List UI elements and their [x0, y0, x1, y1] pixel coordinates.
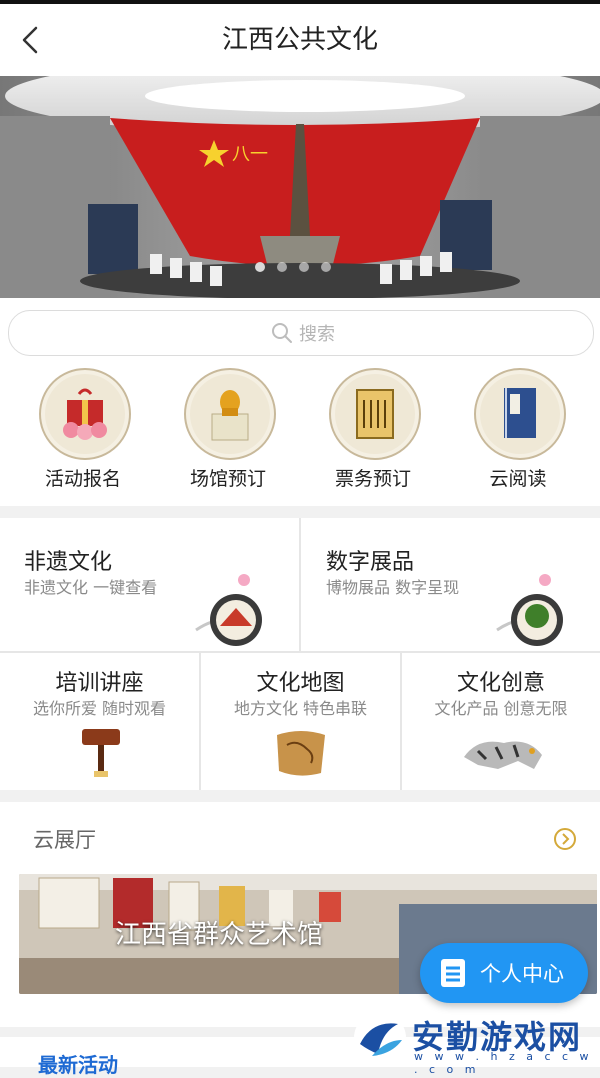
personal-center-button[interactable]: 个人中心 [420, 943, 588, 1003]
nav-bar: 江西公共文化 [0, 4, 600, 76]
ticket-icon [329, 368, 421, 460]
quick-action-activity-signup[interactable]: 活动报名 [28, 368, 138, 498]
feature-title: 培训讲座 [55, 671, 144, 696]
carousel-dot[interactable] [321, 262, 331, 272]
watermark-url: w w w . h z a c c w . c o m [414, 1050, 593, 1076]
quick-action-label: 活动报名 [44, 468, 121, 490]
feature-subtitle: 文化产品 创意无限 [434, 699, 568, 718]
feature-title: 非遗文化 [24, 550, 113, 575]
back-button[interactable] [14, 22, 50, 58]
fan-icon [195, 574, 262, 646]
hall-caption: 江西省群众艺术馆 [114, 920, 323, 950]
quick-action-label: 票务预订 [334, 468, 411, 490]
watermark-logo-icon [354, 1012, 406, 1064]
feature-culture-map[interactable]: 文化地图 地方文化 特色串联 [201, 653, 400, 790]
document-icon [441, 959, 465, 987]
gavel-icon [82, 729, 120, 777]
carousel-dot[interactable] [277, 262, 287, 272]
search-and-shortcuts: 搜索 活动报名 场馆预订 票务预订 云阅读 [0, 298, 600, 506]
hero-banner[interactable]: 八一 [0, 76, 600, 298]
feature-title: 数字展品 [326, 550, 415, 575]
carousel-dot[interactable] [255, 262, 265, 272]
feature-subtitle: 非遗文化 一键查看 [24, 578, 158, 597]
feature-subtitle: 博物展品 数字呈现 [326, 578, 460, 597]
feature-digital-exhibits[interactable]: 数字展品 博物展品 数字呈现 [301, 518, 600, 651]
chevron-left-icon [22, 26, 38, 54]
carousel-dot[interactable] [299, 262, 309, 272]
tiger-icon [464, 741, 542, 769]
svg-text:八一: 八一 [232, 144, 268, 165]
search-icon [272, 323, 292, 343]
feature-cultural-creativity[interactable]: 文化创意 文化产品 创意无限 [402, 653, 600, 790]
quick-action-ticket-booking[interactable]: 票务预订 [318, 368, 428, 498]
quick-action-venue-booking[interactable]: 场馆预订 [173, 368, 283, 498]
search-placeholder: 搜索 [299, 324, 335, 345]
chevron-right-circle-icon [554, 828, 576, 850]
search-input[interactable]: 搜索 [8, 310, 594, 356]
feature-intangible-heritage[interactable]: 非遗文化 非遗文化 一键查看 [0, 518, 299, 651]
feature-subtitle: 选你所爱 随时观看 [32, 699, 167, 718]
quick-action-label: 场馆预订 [189, 468, 266, 490]
bonsai-icon [496, 574, 563, 646]
trophy-box-icon [184, 368, 276, 460]
section-title: 云展厅 [33, 828, 96, 852]
quick-action-label: 云阅读 [489, 468, 547, 490]
section-title: 最新活动 [38, 1053, 118, 1077]
more-button[interactable] [554, 828, 576, 850]
gift-icon [39, 368, 131, 460]
map-icon [277, 731, 325, 776]
book-icon [474, 368, 566, 460]
personal-center-label: 个人中心 [480, 962, 564, 986]
feature-training-lectures[interactable]: 培训讲座 选你所爱 随时观看 [0, 653, 199, 790]
feature-grid: 非遗文化 非遗文化 一键查看 数字展品 博物展品 数字呈现 培训讲座 选你所爱 … [0, 518, 600, 790]
page-title: 江西公共文化 [221, 25, 378, 55]
site-watermark: 安勤游戏网 w w w . h z a c c w . c o m [352, 1008, 600, 1076]
feature-subtitle: 地方文化 特色串联 [233, 699, 368, 718]
carousel-indicator[interactable] [255, 262, 331, 272]
feature-title: 文化创意 [456, 671, 545, 696]
quick-action-cloud-reading[interactable]: 云阅读 [463, 368, 573, 498]
feature-title: 文化地图 [256, 671, 345, 696]
